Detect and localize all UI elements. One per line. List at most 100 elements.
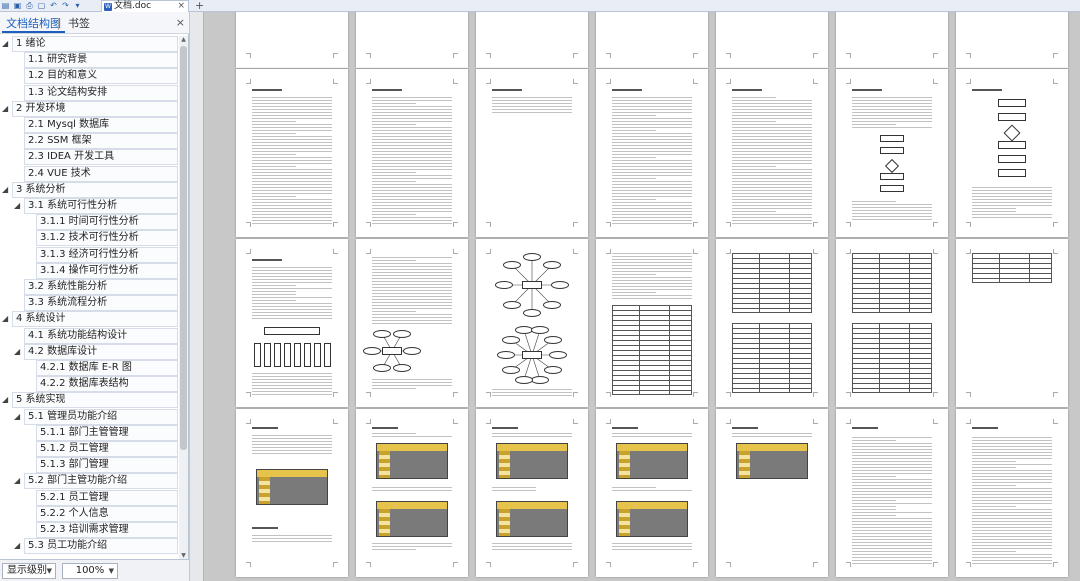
outline-item-level-3[interactable]: 5.1.2 员工管理 xyxy=(0,441,178,457)
outline-item-label: 2.2 SSM 框架 xyxy=(26,133,92,149)
collapse-triangle-icon[interactable]: ◢ xyxy=(14,409,20,425)
text-line xyxy=(252,270,332,271)
display-level-select[interactable]: 显示级别 ▼ xyxy=(2,563,56,579)
outline-item-level-1[interactable]: ◢ 2 开发环境 xyxy=(0,101,178,117)
document-page[interactable] xyxy=(476,69,588,237)
document-page[interactable] xyxy=(956,69,1068,237)
collapse-triangle-icon[interactable]: ◢ xyxy=(2,36,8,52)
outline-item-level-3[interactable]: 3.1.1 时间可行性分析 xyxy=(0,214,178,230)
page-corner-mark xyxy=(813,249,818,254)
outline-item-level-2[interactable]: ◢ 5.1 管理员功能介绍 xyxy=(0,409,178,425)
outline-item-level-2[interactable]: 3.3 系统流程分析 xyxy=(0,295,178,311)
outline-item-level-2[interactable]: 1.2 目的和意义 xyxy=(0,68,178,84)
scroll-up-icon[interactable]: ▲ xyxy=(179,36,188,43)
redo-icon[interactable]: ↷ xyxy=(61,1,70,10)
outline-item-level-1[interactable]: ◢ 3 系统分析 xyxy=(0,182,178,198)
page-corner-mark xyxy=(453,53,458,58)
outline-item-level-3[interactable]: 5.2.1 员工管理 xyxy=(0,490,178,506)
outline-item-level-3[interactable]: 3.1.4 操作可行性分析 xyxy=(0,263,178,279)
outline-item-level-2[interactable]: ◢ 3.1 系统可行性分析 xyxy=(0,198,178,214)
document-page[interactable] xyxy=(356,409,468,577)
outline-item-level-1[interactable]: ◢ 5 系统实现 xyxy=(0,392,178,408)
collapse-triangle-icon[interactable]: ◢ xyxy=(14,473,20,489)
outline-item-level-2[interactable]: 2.2 SSM 框架 xyxy=(0,133,178,149)
text-line xyxy=(372,136,452,137)
tab-bookmarks[interactable]: 书签 xyxy=(64,15,94,33)
outline-item-level-1[interactable]: ◢ 1 绪论 xyxy=(0,36,178,52)
document-page[interactable] xyxy=(476,239,588,407)
text-line xyxy=(252,184,332,185)
text-line xyxy=(732,223,812,224)
undo-icon[interactable]: ↶ xyxy=(49,1,58,10)
outline-item-level-3[interactable]: 3.1.3 经济可行性分析 xyxy=(0,247,178,263)
document-page[interactable] xyxy=(716,409,828,577)
document-page[interactable] xyxy=(596,12,708,68)
new-tab-icon[interactable]: + xyxy=(195,0,204,11)
document-page[interactable] xyxy=(476,12,588,68)
document-page[interactable] xyxy=(716,239,828,407)
document-page[interactable] xyxy=(596,409,708,577)
document-page[interactable] xyxy=(956,409,1068,577)
document-page[interactable] xyxy=(596,239,708,407)
outline-item-level-3[interactable]: 5.2.3 培训需求管理 xyxy=(0,522,178,538)
outline-item-level-2[interactable]: 4.1 系统功能结构设计 xyxy=(0,328,178,344)
document-page[interactable] xyxy=(356,12,468,68)
outline-item-level-1[interactable]: ◢ 4 系统设计 xyxy=(0,311,178,327)
outline-scrollbar[interactable]: ▲ ▼ xyxy=(179,36,188,559)
document-page[interactable] xyxy=(476,409,588,577)
document-page[interactable] xyxy=(716,69,828,237)
print-preview-icon[interactable]: ▢ xyxy=(37,1,46,10)
app-menu-icon[interactable]: ▤ xyxy=(1,1,10,10)
collapse-triangle-icon[interactable]: ◢ xyxy=(14,538,20,554)
document-page[interactable] xyxy=(836,69,948,237)
collapse-triangle-icon[interactable]: ◢ xyxy=(2,311,8,327)
outline-item-level-2[interactable]: 2.1 Mysql 数据库 xyxy=(0,117,178,133)
tab-document-map[interactable]: 文档结构图 xyxy=(2,15,65,33)
save-icon[interactable]: ▣ xyxy=(13,1,22,10)
document-canvas[interactable] xyxy=(190,12,1080,581)
document-page[interactable] xyxy=(836,409,948,577)
document-page[interactable] xyxy=(596,69,708,237)
outline-item-level-3[interactable]: 5.1.3 部门管理 xyxy=(0,457,178,473)
document-page[interactable] xyxy=(236,12,348,68)
outline-item-level-2[interactable]: ◢ 5.3 员工功能介绍 xyxy=(0,538,178,554)
outline-item-level-2[interactable]: 2.4 VUE 技术 xyxy=(0,166,178,182)
outline-item-level-2[interactable]: 2.3 IDEA 开发工具 xyxy=(0,149,178,165)
document-page[interactable] xyxy=(836,12,948,68)
outline-item-level-3[interactable]: 4.2.2 数据库表结构 xyxy=(0,376,178,392)
outline-item-level-3[interactable]: 4.2.1 数据库 E-R 图 xyxy=(0,360,178,376)
close-pane-icon[interactable]: × xyxy=(176,16,185,29)
document-page[interactable] xyxy=(956,239,1068,407)
scroll-down-icon[interactable]: ▼ xyxy=(179,552,188,559)
outline-item-level-2[interactable]: ◢ 4.2 数据库设计 xyxy=(0,344,178,360)
close-tab-icon[interactable]: × xyxy=(177,1,185,12)
outline-item-level-2[interactable]: 3.2 系统性能分析 xyxy=(0,279,178,295)
outline-item-level-3[interactable]: 3.1.2 技术可行性分析 xyxy=(0,230,178,246)
outline-item-level-2[interactable]: 1.3 论文结构安排 xyxy=(0,85,178,101)
dropdown-icon[interactable]: ▾ xyxy=(73,1,82,10)
collapse-triangle-icon[interactable]: ◢ xyxy=(14,344,20,360)
collapse-triangle-icon[interactable]: ◢ xyxy=(2,101,8,117)
outline-item-level-2[interactable]: ◢ 5.2 部门主管功能介绍 xyxy=(0,473,178,489)
document-page[interactable] xyxy=(356,69,468,237)
page-corner-mark xyxy=(246,562,251,567)
document-page[interactable] xyxy=(236,69,348,237)
document-page[interactable] xyxy=(236,409,348,577)
collapse-triangle-icon[interactable]: ◢ xyxy=(14,198,20,214)
zoom-select[interactable]: 100% ▼ xyxy=(62,563,118,579)
collapse-triangle-icon[interactable]: ◢ xyxy=(2,182,8,198)
document-page[interactable] xyxy=(716,12,828,68)
heading-line xyxy=(612,89,642,91)
document-page[interactable] xyxy=(956,12,1068,68)
document-page[interactable] xyxy=(236,239,348,407)
document-page[interactable] xyxy=(356,239,468,407)
outline-item-level-3[interactable]: 5.2.2 个人信息 xyxy=(0,506,178,522)
document-page[interactable] xyxy=(836,239,948,407)
outline-item-level-3[interactable]: 5.1.1 部门主管管理 xyxy=(0,425,178,441)
page-corner-mark xyxy=(1053,79,1058,84)
document-tab[interactable]: W 文档.doc × xyxy=(101,0,189,12)
scrollbar-thumb[interactable] xyxy=(180,46,187,450)
outline-item-level-2[interactable]: 1.1 研究背景 xyxy=(0,52,178,68)
print-icon[interactable]: ⎙ xyxy=(25,1,34,10)
collapse-triangle-icon[interactable]: ◢ xyxy=(2,392,8,408)
